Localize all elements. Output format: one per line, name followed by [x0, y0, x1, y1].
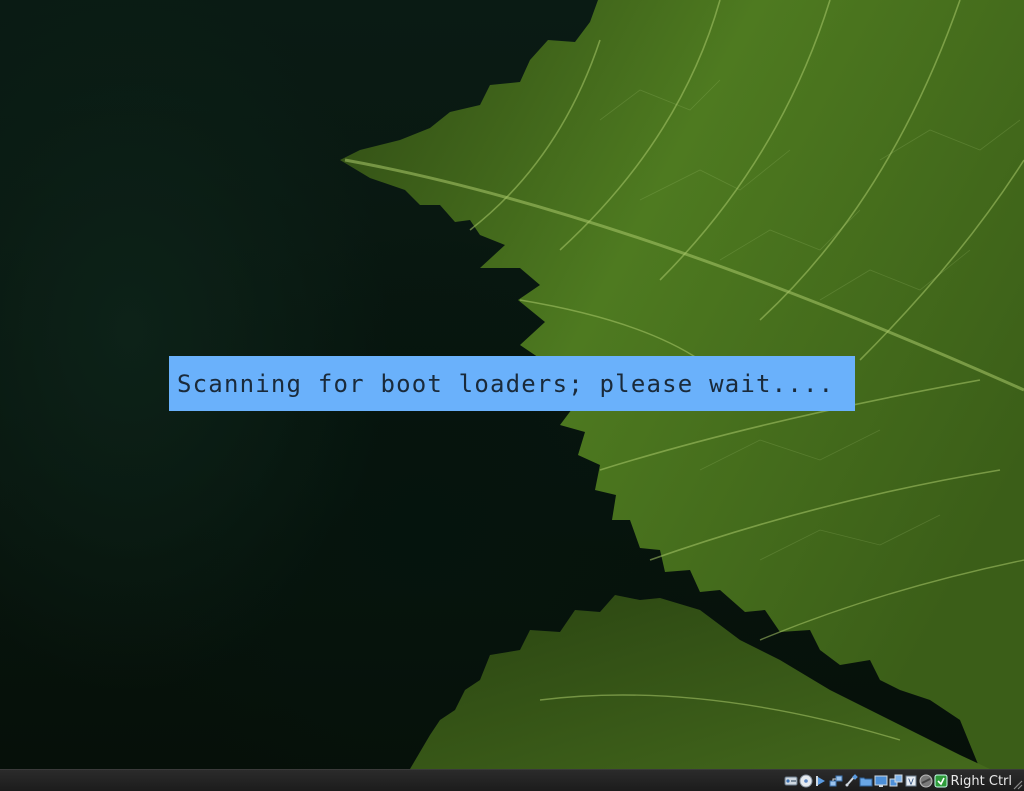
network-icon[interactable]: [829, 774, 843, 788]
boot-message-text: Scanning for boot loaders; please wait..…: [177, 369, 835, 398]
mouse-integration-icon[interactable]: [919, 774, 933, 788]
usb-icon[interactable]: [844, 774, 858, 788]
status-tray: V Right Ctrl: [784, 772, 1021, 790]
resize-grip-icon[interactable]: [1011, 778, 1023, 790]
vm-display[interactable]: Scanning for boot loaders; please wait..…: [0, 0, 1024, 769]
svg-text:V: V: [908, 778, 914, 787]
cpu-icon[interactable]: V: [904, 774, 918, 788]
display-icon[interactable]: [874, 774, 888, 788]
host-key-label[interactable]: Right Ctrl: [951, 774, 1013, 789]
hard-disk-icon[interactable]: [784, 774, 798, 788]
boot-message-banner: Scanning for boot loaders; please wait..…: [169, 356, 855, 411]
video-capture-icon[interactable]: [889, 774, 903, 788]
shared-folders-icon[interactable]: [859, 774, 873, 788]
audio-icon[interactable]: [814, 774, 828, 788]
optical-drive-icon[interactable]: [799, 774, 813, 788]
vm-status-bar: V Right Ctrl: [0, 769, 1024, 791]
keyboard-capture-icon[interactable]: [934, 774, 948, 788]
